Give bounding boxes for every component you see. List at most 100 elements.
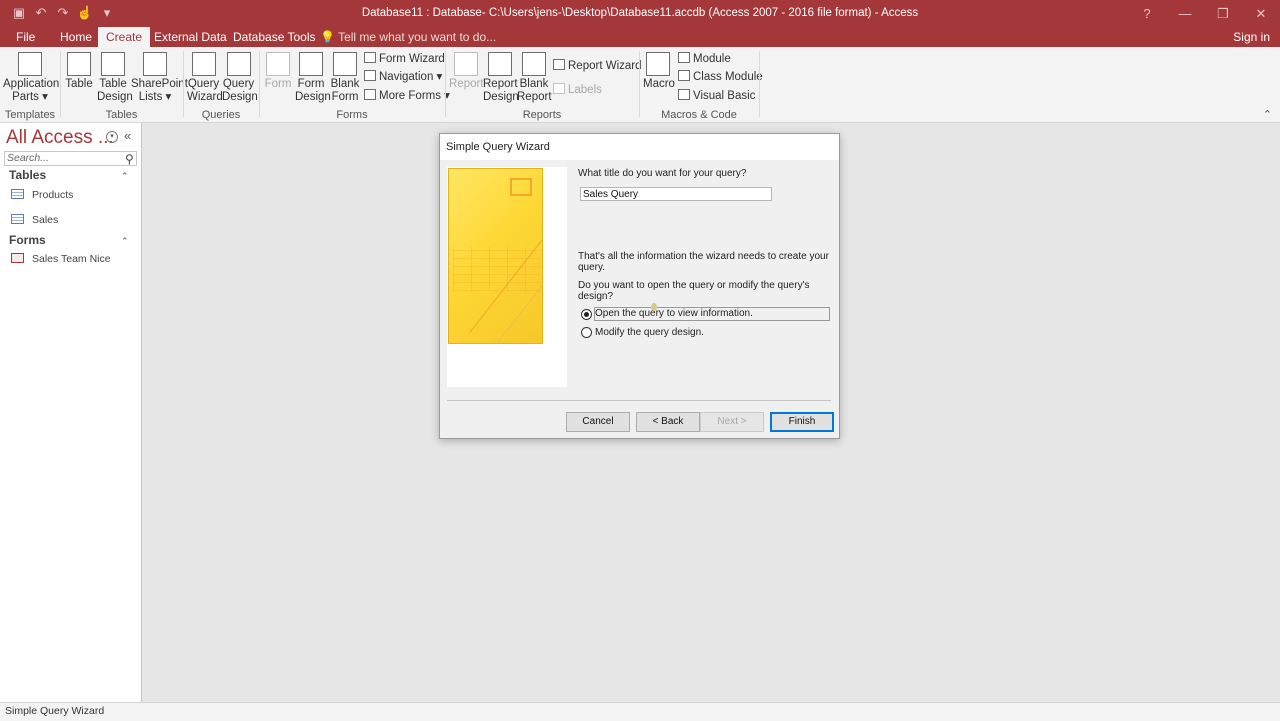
table-icon — [67, 52, 91, 76]
navigation-button[interactable]: Navigation ▾ — [364, 69, 442, 85]
application-parts-label-1: Application — [3, 78, 60, 90]
blank-form-button[interactable]: Blank Form — [330, 52, 360, 104]
labels-button[interactable]: Labels — [553, 82, 602, 98]
application-parts-icon — [18, 52, 42, 76]
macro-button[interactable]: Macro — [643, 52, 675, 91]
group-separator — [445, 51, 446, 117]
form-design-button[interactable]: Form Design — [295, 52, 331, 104]
close-icon[interactable]: ✕ — [1242, 0, 1280, 27]
group-separator — [639, 51, 640, 117]
nav-pane-dropdown-icon[interactable]: ▾ — [106, 131, 118, 143]
group-label-queries: Queries — [201, 109, 241, 121]
back-button[interactable]: < Back — [636, 412, 700, 432]
form-wizard-button[interactable]: Form Wizard — [364, 51, 445, 67]
module-button[interactable]: Module — [678, 51, 731, 67]
restore-icon[interactable]: ❐ — [1204, 0, 1242, 27]
form-button[interactable]: Form — [263, 52, 293, 91]
next-button[interactable]: Next > — [700, 412, 764, 432]
tab-create[interactable]: Create — [98, 27, 151, 47]
sharepoint-label-2: Lists — [138, 91, 163, 103]
collapse-group-icon[interactable]: ⌃ — [121, 171, 129, 182]
tab-home[interactable]: Home — [52, 27, 100, 47]
table-icon — [11, 214, 24, 224]
finish-button[interactable]: Finish — [770, 412, 834, 432]
nav-group-tables[interactable]: Tables — [9, 168, 46, 182]
checkbox-illustration-icon — [510, 178, 532, 196]
tab-external-data[interactable]: External Data — [146, 27, 235, 47]
open-query-radio[interactable] — [581, 309, 592, 320]
search-icon[interactable]: ⚲ — [125, 152, 134, 166]
nav-item-products[interactable]: Products — [11, 189, 73, 201]
table-button[interactable]: Table — [64, 52, 94, 91]
simple-query-wizard-dialog: Simple Query Wizard What title do you wa… — [439, 133, 840, 439]
mouse-cursor — [651, 303, 657, 311]
report-design-button[interactable]: Report Design — [483, 52, 519, 104]
tell-me-box[interactable]: 💡 Tell me what you want to do... — [320, 27, 496, 47]
tab-file[interactable]: File — [8, 27, 43, 47]
query-wizard-label-2: Wizard — [187, 91, 223, 103]
collapse-ribbon-icon[interactable]: ⌃ — [1263, 108, 1272, 121]
nav-item-sales[interactable]: Sales — [11, 214, 58, 226]
form-label: Form — [264, 78, 292, 90]
group-label-templates: Templates — [4, 109, 56, 121]
application-parts-button[interactable]: Application Parts ▾ — [3, 52, 60, 104]
report-wizard-button[interactable]: Report Wizard — [553, 58, 642, 74]
table-icon — [11, 189, 24, 199]
group-label-reports: Reports — [522, 109, 562, 121]
tell-me-text: Tell me what you want to do... — [338, 30, 497, 44]
blank-form-label-2: Form — [331, 91, 359, 103]
group-separator — [183, 51, 184, 117]
table-design-button[interactable]: Table Design — [97, 52, 133, 104]
navigation-label: Navigation — [379, 71, 434, 83]
class-module-button[interactable]: Class Module — [678, 69, 763, 85]
table-design-icon — [101, 52, 125, 76]
labels-icon — [553, 83, 565, 94]
table-label: Table — [65, 78, 93, 90]
sign-in-link[interactable]: Sign in — [1233, 27, 1270, 47]
table-design-label-2: Design — [97, 91, 133, 103]
more-forms-button[interactable]: More Forms ▾ — [364, 88, 450, 104]
query-design-button[interactable]: Query Design — [222, 52, 258, 104]
nav-item-sales-team-nice[interactable]: Sales Team Nice — [11, 253, 111, 265]
blank-report-button[interactable]: Blank Report — [517, 52, 552, 104]
help-icon[interactable]: ? — [1128, 0, 1166, 27]
group-separator — [259, 51, 260, 117]
tab-database-tools[interactable]: Database Tools — [225, 27, 324, 47]
shutter-bar-close-icon[interactable]: « — [124, 128, 131, 143]
modify-design-radio[interactable] — [581, 327, 592, 338]
status-bar: Simple Query Wizard — [0, 702, 1280, 721]
query-title-input[interactable] — [580, 187, 772, 201]
form-icon — [11, 253, 24, 263]
form-wizard-label: Form Wizard — [379, 53, 445, 65]
lightbulb-icon: 💡 — [320, 30, 335, 44]
wizard-illustration-panel — [447, 167, 567, 387]
nav-search-input[interactable]: Search... — [4, 151, 137, 166]
window-controls: ? — ❐ ✕ — [1128, 0, 1280, 27]
application-parts-label-2: Parts — [12, 91, 39, 103]
title-question-label: What title do you want for your query? — [578, 168, 747, 179]
visual-basic-button[interactable]: Visual Basic — [678, 88, 755, 104]
cancel-button[interactable]: Cancel — [566, 412, 630, 432]
table-design-label-1: Table — [99, 78, 127, 90]
nav-item-label: Products — [32, 189, 74, 201]
modify-design-label[interactable]: Modify the query design. — [595, 327, 704, 338]
visual-basic-label: Visual Basic — [693, 90, 756, 102]
visual-basic-icon — [678, 89, 690, 100]
sharepoint-lists-button[interactable]: SharePoint Lists ▾ — [131, 52, 188, 104]
collapse-group-icon[interactable]: ⌃ — [121, 236, 129, 247]
labels-label: Labels — [568, 84, 602, 96]
nav-pane-title[interactable]: All Access ... — [6, 127, 114, 149]
ribbon: Application Parts ▾ Templates Table Tabl… — [0, 47, 1280, 123]
macro-icon — [646, 52, 670, 76]
dialog-titlebar[interactable]: Simple Query Wizard — [440, 134, 839, 160]
open-query-label[interactable]: Open the query to view information. — [595, 308, 753, 319]
minimize-icon[interactable]: — — [1166, 0, 1204, 27]
more-forms-icon — [364, 89, 376, 100]
form-design-label-2: Design — [295, 91, 331, 103]
navigation-icon — [364, 70, 376, 81]
query-wizard-button[interactable]: Query Wizard — [187, 52, 223, 104]
report-label: Report — [449, 78, 484, 90]
class-module-icon — [678, 70, 690, 81]
report-button[interactable]: Report — [449, 52, 484, 91]
nav-group-forms[interactable]: Forms — [9, 233, 46, 247]
